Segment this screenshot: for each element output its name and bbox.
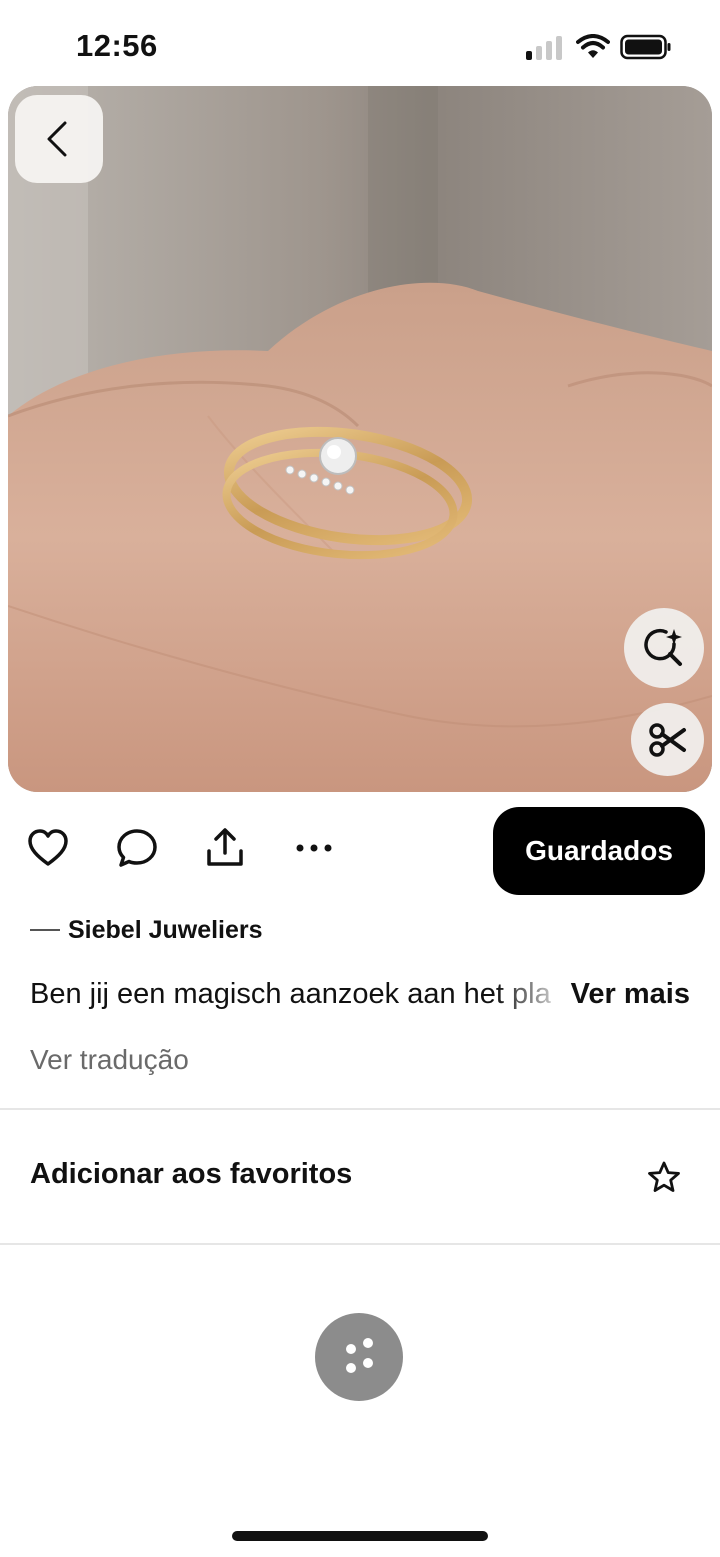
description-text: Ben jij een magisch aanzoek aan het pla: [30, 978, 551, 1010]
see-translation-link[interactable]: Ver tradução: [30, 1044, 189, 1076]
saved-button[interactable]: Guardados: [493, 807, 705, 895]
cellular-signal-icon: [526, 36, 562, 60]
cutout-button[interactable]: [631, 703, 704, 776]
creator-logo: [30, 928, 60, 932]
see-more-link[interactable]: Ver mais: [571, 978, 690, 1011]
divider: [0, 1243, 720, 1245]
ring-on-hand-photo: [8, 86, 712, 792]
comment-icon: [117, 829, 157, 867]
status-bar: 12:56: [0, 0, 720, 90]
more-icon: [296, 844, 332, 852]
creator-name: Siebel Juweliers: [68, 915, 263, 944]
creator-info[interactable]: Siebel Juweliers: [30, 913, 263, 947]
battery-icon: [620, 34, 671, 60]
home-indicator: [232, 1531, 488, 1541]
share-button[interactable]: [203, 826, 247, 870]
divider: [0, 1108, 720, 1110]
share-icon: [207, 828, 243, 866]
like-button[interactable]: [26, 826, 70, 870]
description-fade: [496, 978, 570, 1018]
wifi-icon: [576, 34, 610, 58]
heart-icon: [28, 829, 68, 866]
loading-dots-icon: [346, 1338, 373, 1373]
chevron-left-icon: [47, 121, 67, 157]
comment-button[interactable]: [115, 826, 159, 870]
add-to-favorites-label: Adicionar aos favoritos: [30, 1158, 353, 1190]
scissors-icon: [648, 722, 686, 757]
pin-description: Ben jij een magisch aanzoek aan het pla …: [30, 978, 690, 1018]
star-outline-icon[interactable]: [646, 1160, 682, 1196]
status-time: 12:56: [76, 28, 158, 63]
pin-image[interactable]: [8, 86, 712, 792]
loading-indicator: [315, 1313, 403, 1401]
lens-sparkle-icon: [644, 628, 682, 666]
back-button[interactable]: [15, 95, 103, 183]
more-options-button[interactable]: [292, 826, 336, 870]
visual-search-button[interactable]: [624, 608, 704, 688]
